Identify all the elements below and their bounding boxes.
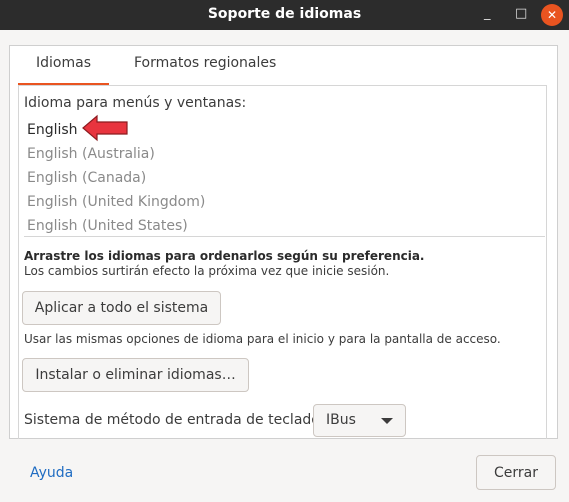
language-item[interactable]: English <box>27 122 78 138</box>
panel-border-right <box>546 85 547 439</box>
minimize-button[interactable]: _ <box>484 6 491 21</box>
close-button[interactable]: Cerrar <box>476 455 556 490</box>
tab-divider <box>18 85 547 86</box>
maximize-button[interactable]: □ <box>515 6 527 21</box>
languages-heading: Idioma para menús y ventanas: <box>24 95 247 111</box>
help-link[interactable]: Ayuda <box>30 465 73 481</box>
apply-system-wide-label: Aplicar a todo el sistema <box>34 300 209 316</box>
language-support-window: Soporte de idiomas _ □ ✕ Idiomas Formato… <box>0 0 569 502</box>
tab-idiomas[interactable]: Idiomas <box>36 55 91 71</box>
input-method-value: IBus <box>326 412 356 428</box>
relogin-hint: Los cambios surtirán efecto la próxima v… <box>24 264 390 278</box>
apply-system-wide-button[interactable]: Aplicar a todo el sistema <box>22 291 221 325</box>
install-remove-languages-button[interactable]: Instalar o eliminar idiomas… <box>22 358 249 392</box>
language-item[interactable]: English (United States) <box>27 218 188 234</box>
chevron-down-icon <box>381 418 393 424</box>
language-item[interactable]: English (United Kingdom) <box>27 194 205 210</box>
list-separator <box>24 236 545 237</box>
language-item[interactable]: English (Canada) <box>27 170 146 186</box>
title-bar: Soporte de idiomas _ □ ✕ <box>0 0 569 30</box>
close-window-button[interactable]: ✕ <box>541 4 563 26</box>
input-method-label: Sistema de método de entrada de teclado: <box>24 412 325 428</box>
panel-border-left <box>18 85 19 439</box>
drag-hint: Arrastre los idiomas para ordenarlos seg… <box>24 249 425 263</box>
apply-description: Usar las mismas opciones de idioma para … <box>24 332 501 346</box>
close-button-label: Cerrar <box>494 465 538 481</box>
tab-formatos-regionales[interactable]: Formatos regionales <box>134 55 276 71</box>
input-method-select[interactable]: IBus <box>313 404 406 437</box>
language-item[interactable]: English (Australia) <box>27 146 155 162</box>
install-remove-label: Instalar o eliminar idiomas… <box>35 367 236 383</box>
red-arrow-annotation <box>82 114 128 142</box>
